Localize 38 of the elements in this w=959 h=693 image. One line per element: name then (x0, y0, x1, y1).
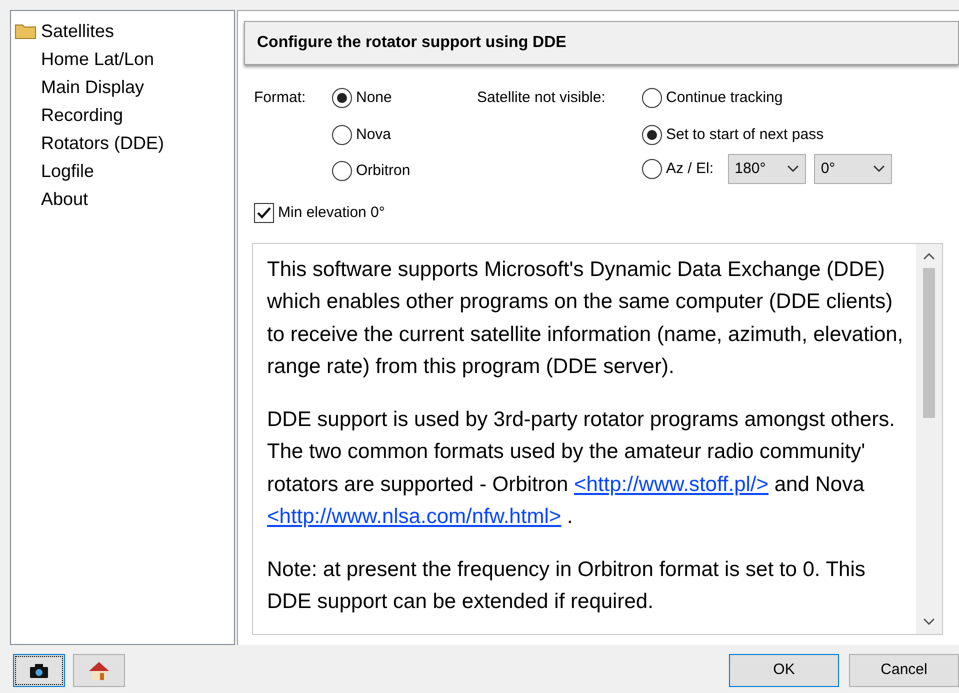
info-paragraph: Note: at present the frequency in Orbitron format is set to 0. This DDE support can be extended if required. (267, 556, 866, 615)
elevation-dropdown[interactable]: 0° (814, 154, 892, 184)
radio-option[interactable]: Az / El: (642, 158, 720, 180)
link[interactable]: <http://www.stoff.pl/> (574, 472, 769, 496)
min-elevation-checkbox[interactable]: Min elevation 0° (254, 202, 642, 224)
checkmark-icon (257, 207, 271, 220)
radio-option[interactable]: Orbitron (332, 160, 410, 182)
folder-icon (15, 23, 36, 39)
scroll-up-icon[interactable] (923, 252, 935, 260)
tree-item[interactable]: Main Display (15, 73, 144, 101)
tree-item[interactable]: Home Lat/Lon (15, 45, 154, 73)
not-visible-label: Satellite not visible: (477, 88, 606, 108)
radio-option[interactable]: Set to start of next pass (642, 124, 824, 146)
radio-option[interactable]: Continue tracking (642, 87, 783, 110)
info-paragraph: This software supports Microsoft's Dynamic Data Exchange (DDE) which enables other programs on the same computer (DDE clients) to receive the current satellite information (name, azimuth, elevation, range rate) from this program (DDE server). (267, 256, 904, 380)
ok-button[interactable]: OK (729, 654, 839, 687)
tree-item[interactable]: About (15, 185, 88, 213)
tree-item[interactable]: Rotators (DDE) (15, 129, 164, 157)
home-button[interactable] (73, 654, 125, 687)
home-icon (88, 660, 110, 680)
camera-icon (30, 664, 48, 678)
scroll-down-icon[interactable] (923, 618, 935, 626)
tree-item[interactable]: Recording (15, 101, 124, 129)
camera-button[interactable] (13, 654, 65, 687)
scrollbar-thumb[interactable] (923, 268, 935, 418)
section-header: Configure the rotator support using DDE (244, 21, 959, 65)
chevron-down-icon (872, 165, 885, 173)
cancel-button[interactable]: Cancel (849, 654, 959, 687)
chevron-down-icon (786, 165, 799, 173)
link[interactable]: <http://www.nlsa.com/nfw.html> (267, 505, 562, 528)
tree-item[interactable]: Logfile (15, 157, 94, 185)
radio-option[interactable]: None (332, 87, 392, 110)
info-paragraph: DDE support is used by 3rd-party rotator programs amongst others. The two common formats used by the amateur radio community' rotators are supported - Orbitron <http://www.stoff.pl/> and Nova <http://www.nlsa.com/nfw.html> . (267, 406, 896, 530)
radio-option[interactable]: Nova (332, 124, 392, 146)
tree-item-label[interactable]: Satellites (41, 17, 114, 45)
scrollbar[interactable] (916, 244, 942, 634)
azimuth-dropdown[interactable]: 180° (728, 154, 806, 184)
format-label: Format: (254, 88, 307, 108)
